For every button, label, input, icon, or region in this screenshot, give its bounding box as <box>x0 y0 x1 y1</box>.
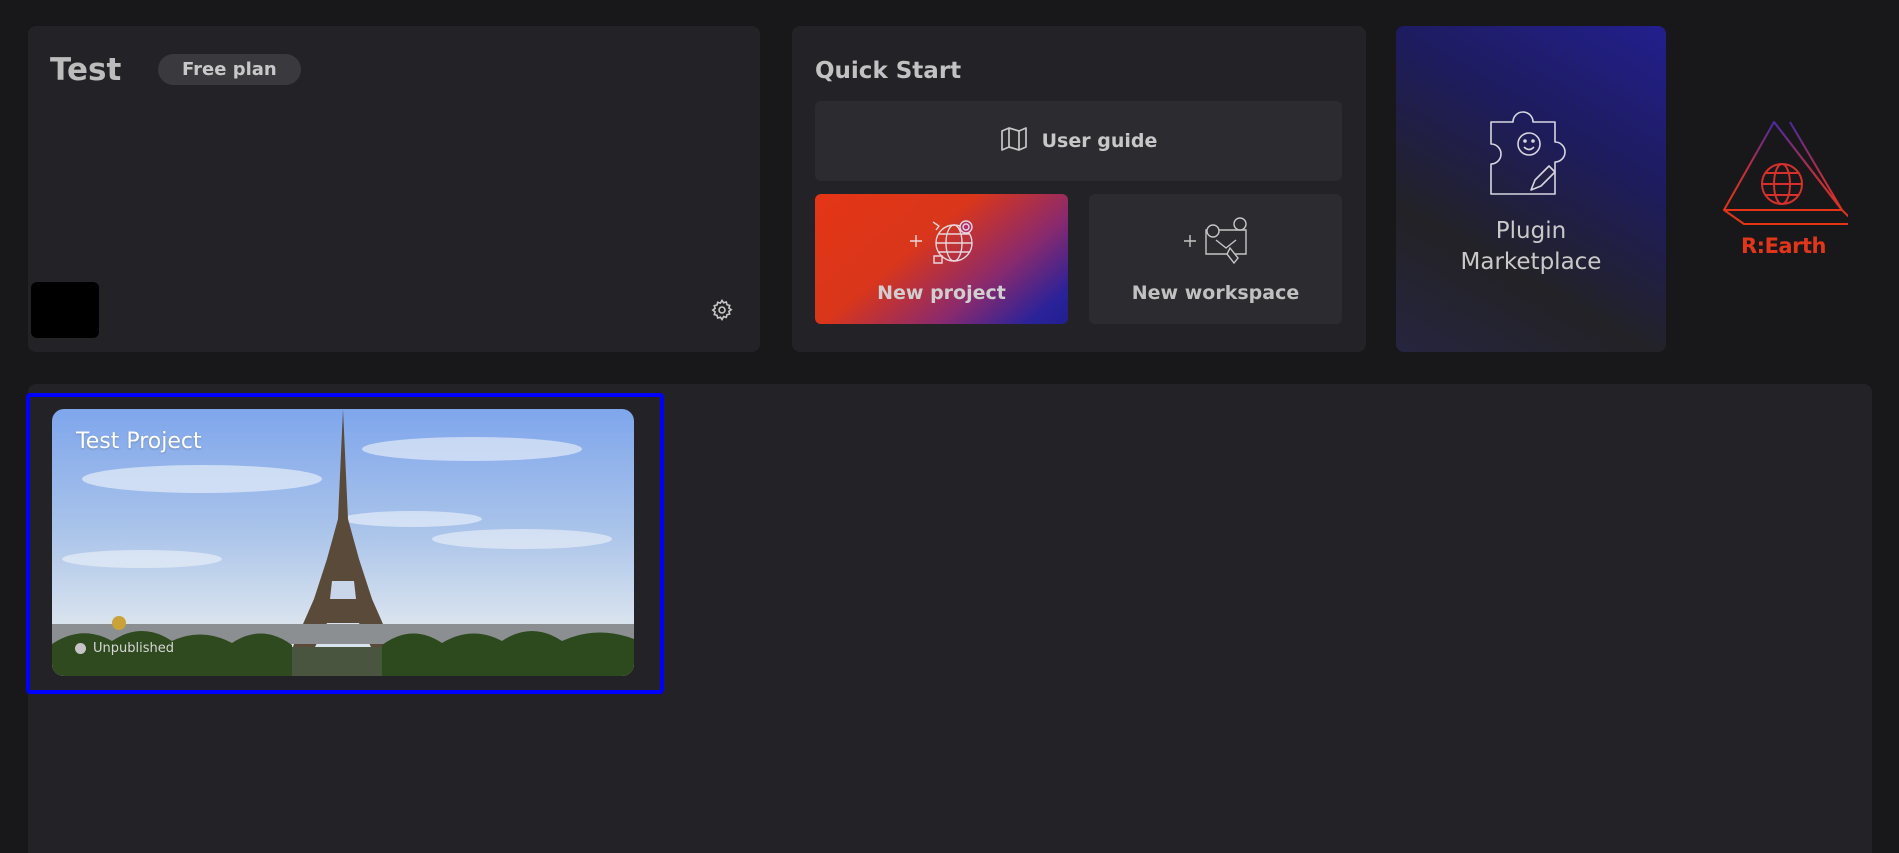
plugin-marketplace-button[interactable]: Plugin Marketplace <box>1396 26 1666 352</box>
quick-start-title: Quick Start <box>815 58 962 84</box>
reearth-logo-text: R:Earth <box>1741 234 1826 258</box>
plan-badge: Free plan <box>158 54 301 85</box>
reearth-logo <box>1718 118 1857 234</box>
gear-icon[interactable] <box>710 298 734 322</box>
map-icon <box>1000 126 1028 156</box>
plus-workspace-icon <box>1180 216 1252 270</box>
new-project-label: New project <box>877 282 1006 304</box>
workspace-name: Test <box>50 52 122 88</box>
project-title: Test Project <box>76 429 202 454</box>
project-card[interactable]: Test Project Unpublished <box>52 409 634 676</box>
workspace-avatar <box>31 282 99 338</box>
quick-start-panel: Quick Start User guide New project New w… <box>792 26 1366 352</box>
user-guide-button[interactable]: User guide <box>815 101 1342 181</box>
new-workspace-label: New workspace <box>1131 282 1300 304</box>
status-dot <box>75 643 86 654</box>
plugin-marketplace-label: Plugin Marketplace <box>1460 218 1602 275</box>
puzzle-icon <box>1487 102 1575 202</box>
status-text: Unpublished <box>93 641 174 656</box>
plus-globe-icon <box>906 216 978 270</box>
new-project-button[interactable]: New project <box>815 194 1068 324</box>
project-status: Unpublished <box>75 641 174 656</box>
workspace-card: Test Free plan <box>28 26 760 352</box>
new-workspace-button[interactable]: New workspace <box>1089 194 1342 324</box>
user-guide-label: User guide <box>1041 130 1158 152</box>
